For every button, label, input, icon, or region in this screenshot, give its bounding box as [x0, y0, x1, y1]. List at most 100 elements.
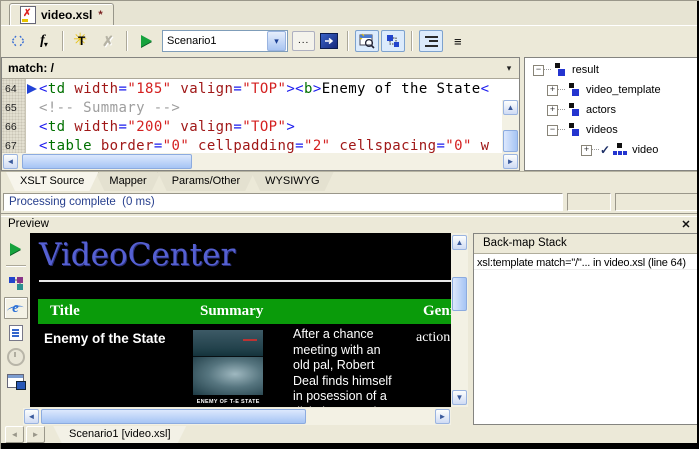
syntax-coloring-icon: ✳ T [73, 32, 91, 50]
element-icon [567, 103, 581, 117]
collapse-box-icon[interactable]: − [547, 125, 558, 136]
scrollbar-thumb[interactable] [22, 154, 192, 169]
toolbar-separator [62, 31, 64, 51]
preview-window-button[interactable] [355, 30, 379, 52]
tab-mapper[interactable]: Mapper [95, 172, 160, 191]
element-icon [567, 123, 581, 137]
preview-horizontal-scrollbar[interactable]: ◄ ► [23, 408, 451, 425]
backmap-toggle-button[interactable] [381, 30, 405, 52]
check-icon: ✓ [600, 143, 610, 157]
tree-label: videos [586, 124, 618, 136]
scenario-combobox[interactable]: Scenario1 ▾ [162, 30, 288, 52]
expand-box-icon[interactable]: + [581, 145, 592, 156]
backmap-list: xsl:template match="/"... in video.xsl (… [474, 254, 697, 270]
expand-box-icon[interactable]: + [547, 85, 558, 96]
preview-window-icon [359, 33, 375, 49]
page-heading: VideoCenter [39, 237, 235, 273]
status-message: Processing complete (0 ms) [4, 194, 562, 208]
movie-genre-cell: action [416, 330, 450, 346]
scenario-tab[interactable]: Scenario1 [video.xsl] [53, 426, 187, 444]
indent-button[interactable] [419, 30, 443, 52]
browse-scenario-button[interactable]: ... [292, 31, 315, 51]
ie-orbit [6, 304, 24, 314]
document-tab-video-xsl[interactable]: video.xsl * [9, 3, 114, 26]
tree-label: result [572, 64, 599, 76]
close-icon[interactable]: ✕ [679, 217, 693, 231]
collapse-box-icon[interactable]: − [533, 65, 544, 76]
tab-params-other[interactable]: Params/Other [158, 172, 254, 191]
match-dropdown-button[interactable]: ▾ [501, 60, 517, 76]
combo-dropdown-button[interactable]: ▾ [267, 31, 286, 51]
preview-toolbar: e [1, 233, 30, 425]
mapper-icon [8, 276, 24, 290]
summary-line: disk that contains [293, 405, 423, 408]
code-text: <td width="200" valign="TOP"> [39, 118, 295, 137]
text-preview-button[interactable] [5, 323, 27, 343]
line-number: 64 [5, 80, 17, 99]
scroll-left-button[interactable]: ◄ [24, 409, 39, 424]
tab-xslt-source[interactable]: XSLT Source [6, 172, 98, 191]
scroll-down-button[interactable]: ▼ [452, 390, 467, 405]
tab-scroll-left-button[interactable]: ◄ [5, 426, 24, 443]
preview-run-button[interactable] [5, 239, 27, 259]
whitespace-icon: ≡ [454, 34, 461, 49]
main-toolbar: f ▾ ✳ T ✗ Scenario1 ▾ ... [1, 25, 699, 56]
profiler-button [5, 347, 27, 367]
save-icon [7, 374, 24, 388]
save-result-button[interactable] [5, 371, 27, 391]
movie-title-cell: Enemy of the State [44, 331, 166, 346]
tree-item-videos[interactable]: − videos [525, 120, 697, 140]
tree-connector [558, 89, 565, 91]
reformat-button[interactable] [6, 30, 30, 52]
scrollbar-thumb[interactable] [41, 409, 306, 424]
editor-vertical-scrollbar[interactable]: ▲ ▼ [502, 100, 519, 155]
tree-item-result[interactable]: − result [525, 60, 697, 80]
whitespace-button[interactable]: ≡ [445, 30, 469, 52]
element-icon [567, 83, 581, 97]
code-editor[interactable]: 64<td width="185" valign="TOP"><b>Enemy … [2, 79, 519, 155]
tree-label: actors [586, 104, 616, 116]
tree-item-actors[interactable]: + actors [525, 100, 697, 120]
backmap-entry[interactable]: xsl:template match="/"... in video.xsl (… [474, 254, 697, 270]
scroll-left-button[interactable]: ◄ [3, 154, 18, 169]
editor-horizontal-scrollbar[interactable]: ◄ ► [2, 153, 519, 170]
tab-wysiwyg[interactable]: WYSIWYG [251, 172, 333, 191]
import-scenario-button[interactable] [317, 30, 341, 52]
syntax-coloring-button[interactable]: ✳ T [70, 30, 94, 52]
code-line-64[interactable]: 64<td width="185" valign="TOP"><b>Enemy … [2, 80, 502, 99]
tree-item-video[interactable]: +✓video [525, 140, 697, 160]
insert-function-button[interactable]: f ▾ [32, 30, 56, 52]
backmap-stack-panel: Back-map Stack xsl:template match="/"...… [473, 233, 698, 425]
tree-label: video_template [586, 84, 661, 96]
scrollbar-thumb[interactable] [503, 130, 518, 152]
xslt-editor-panel: match: / ▾ 64<td width="185" valign="TOP… [1, 57, 520, 171]
scroll-right-button[interactable]: ► [435, 409, 450, 424]
column-header-genre: Genre [423, 303, 451, 320]
code-line-66[interactable]: 66 <td width="200" valign="TOP"> [2, 118, 502, 137]
scrollbar-thumb[interactable] [452, 277, 467, 311]
application-window: video.xsl * f ▾ ✳ T ✗ Scenario1 ▾ [0, 0, 699, 449]
chevron-down-icon: ▾ [274, 36, 279, 47]
reformat-icon [10, 33, 26, 49]
tree-item-video-template[interactable]: + video_template [525, 80, 697, 100]
tree-connector [592, 149, 599, 151]
chevron-down-icon: ▾ [44, 40, 48, 49]
scroll-up-button[interactable]: ▲ [503, 100, 518, 115]
scroll-right-button[interactable]: ► [503, 154, 518, 169]
result-tree-panel: −result+video_template+actors−videos+✓vi… [524, 57, 698, 171]
browser-preview-button[interactable]: e [4, 297, 28, 319]
scroll-up-button[interactable]: ▲ [452, 235, 467, 250]
preview-vertical-scrollbar[interactable]: ▲ ▼ [451, 233, 468, 407]
code-line-65[interactable]: 65<!-- Summary --> [2, 99, 502, 118]
current-line-marker [27, 84, 37, 94]
run-button[interactable] [134, 30, 158, 52]
play-icon [10, 243, 21, 255]
line-number: 66 [5, 118, 17, 137]
status-panel-small [567, 193, 611, 211]
template-match-bar[interactable]: match: / ▾ [2, 58, 519, 79]
mapper-view-button[interactable] [5, 273, 27, 293]
window-border-bottom [1, 443, 699, 449]
toolbar-separator [126, 31, 128, 51]
expand-box-icon[interactable]: + [547, 105, 558, 116]
tab-scroll-right-button[interactable]: ► [26, 426, 45, 443]
